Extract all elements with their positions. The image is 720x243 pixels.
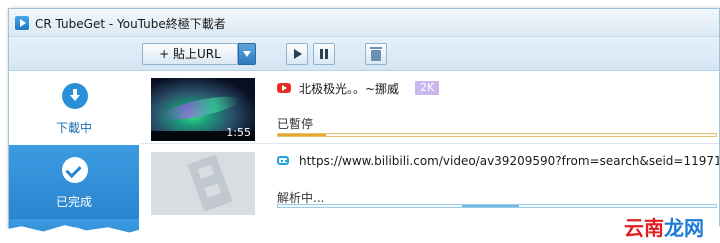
toolbar: + 貼上URL — [9, 37, 719, 71]
sidebar: 下載中 已完成 — [9, 71, 139, 242]
sidebar-item-label: 已完成 — [55, 195, 92, 209]
video-thumbnail: 1:55 — [151, 78, 255, 141]
sidebar-item-downloading[interactable]: 下載中 — [9, 71, 139, 145]
delete-button[interactable] — [365, 43, 387, 65]
download-status: 已暫停 — [277, 117, 314, 131]
video-thumbnail-placeholder — [151, 152, 255, 215]
video-url: https://www.bilibili.com/video/av3920959… — [299, 154, 719, 168]
progress-bar — [277, 133, 717, 137]
progress-bar-fill — [278, 134, 327, 136]
quality-badge: 2K — [415, 81, 440, 95]
parsing-progress-bar — [277, 204, 717, 208]
pause-button[interactable] — [313, 43, 335, 65]
paste-url-button[interactable]: + 貼上URL — [142, 43, 238, 65]
site-watermark: 云南龙网 — [624, 216, 704, 240]
list-item[interactable]: 1:55 北极极光。。~挪威 2K 已暫停 — [139, 71, 719, 144]
app-window: CR TubeGet - YouTube終極下載者 + 貼上URL 下載中 已完… — [8, 8, 720, 243]
check-circle-icon — [62, 157, 88, 183]
youtube-icon — [277, 83, 291, 93]
list-item[interactable]: https://www.bilibili.com/video/av3920959… — [139, 145, 719, 217]
sidebar-item-completed[interactable]: 已完成 — [9, 145, 139, 219]
bilibili-icon — [277, 156, 289, 165]
sidebar-item-label: 下載中 — [55, 121, 92, 135]
title-bar: CR TubeGet - YouTube終極下載者 — [9, 9, 719, 37]
film-icon — [187, 154, 233, 212]
download-circle-icon — [62, 83, 88, 109]
window-title: CR TubeGet - YouTube終極下載者 — [35, 17, 226, 31]
app-logo-icon — [15, 16, 29, 30]
paste-url-dropdown-button[interactable] — [238, 43, 256, 65]
play-button[interactable] — [286, 43, 308, 65]
parsing-progress-indicator — [461, 205, 519, 207]
video-title: 北极极光。。~挪威 — [299, 82, 400, 96]
video-duration: 1:55 — [226, 126, 251, 139]
